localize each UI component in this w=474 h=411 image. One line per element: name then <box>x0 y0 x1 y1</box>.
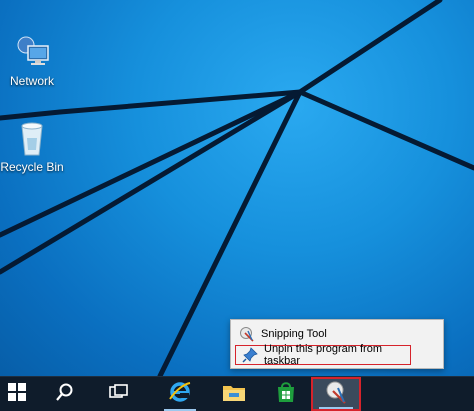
taskbar-jump-list: Snipping Tool Unpin this program from ta… <box>230 319 444 369</box>
internet-explorer-button[interactable] <box>160 377 200 411</box>
unpin-icon <box>242 347 258 363</box>
unpin-label: Unpin this program from taskbar <box>264 343 382 367</box>
jump-list-app-title[interactable]: Snipping Tool <box>235 324 435 344</box>
search-button[interactable] <box>48 377 82 411</box>
store-icon <box>275 381 297 408</box>
file-explorer-button[interactable] <box>214 377 254 411</box>
task-view-icon <box>109 383 129 405</box>
desktop-icon-label: Recycle Bin <box>0 160 64 174</box>
snipping-tool-icon <box>323 380 349 409</box>
folder-icon <box>222 382 246 407</box>
store-button[interactable] <box>266 377 306 411</box>
recycle-bin-icon <box>12 118 52 158</box>
internet-explorer-icon <box>168 380 192 409</box>
desktop-icon-network[interactable]: Network <box>0 32 64 88</box>
jump-list-app-title-label: Snipping Tool <box>261 328 327 340</box>
start-button[interactable] <box>0 377 34 411</box>
network-icon <box>12 32 52 72</box>
search-icon <box>55 382 75 407</box>
unpin-from-taskbar-menu-item[interactable]: Unpin this program from taskbar <box>235 343 411 367</box>
running-indicator <box>319 407 353 409</box>
desktop: Network Recycle Bin Snipping Tool Unpin … <box>0 0 474 376</box>
snipping-tool-taskbar-button[interactable] <box>311 377 361 411</box>
desktop-icon-label: Network <box>9 74 54 88</box>
taskbar <box>0 376 474 411</box>
windows-logo-icon <box>8 382 26 406</box>
snipping-tool-icon <box>239 326 255 342</box>
task-view-button[interactable] <box>102 377 136 411</box>
desktop-icon-recycle-bin[interactable]: Recycle Bin <box>0 118 64 174</box>
